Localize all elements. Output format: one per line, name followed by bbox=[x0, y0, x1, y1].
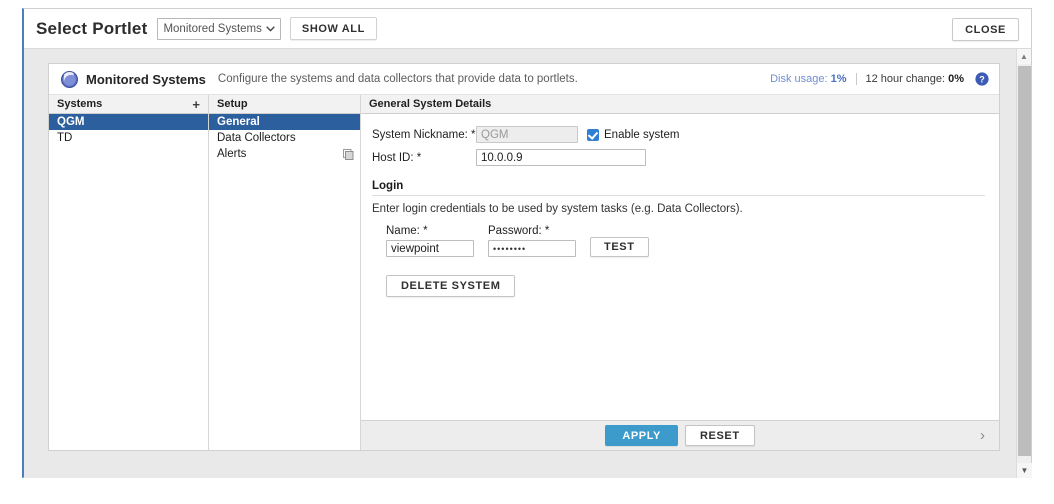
login-fields-row: Name: * viewpoint Password: * •••••••• T… bbox=[372, 225, 985, 257]
portlet-select-value: Monitored Systems bbox=[163, 22, 262, 35]
action-footer: APPLY RESET › bbox=[361, 420, 999, 450]
copy-icon[interactable] bbox=[343, 148, 354, 160]
close-button[interactable]: CLOSE bbox=[952, 18, 1019, 41]
setup-item-label: General bbox=[217, 116, 260, 128]
setup-list: General Data Collectors Alerts bbox=[209, 114, 360, 450]
name-value: viewpoint bbox=[391, 242, 439, 255]
list-item[interactable]: QGM bbox=[49, 114, 208, 130]
portlet-description: Configure the systems and data collector… bbox=[217, 73, 578, 85]
host-row: Host ID: * 10.0.0.9 bbox=[372, 149, 985, 166]
test-button[interactable]: TEST bbox=[590, 237, 649, 257]
setup-item-label: Data Collectors bbox=[217, 132, 296, 144]
name-field-group: Name: * viewpoint bbox=[386, 225, 474, 257]
screenshot-root: Select Portlet Monitored Systems SHOW AL… bbox=[0, 0, 1054, 504]
password-field-group: Password: * •••••••• bbox=[488, 225, 576, 257]
reset-button[interactable]: RESET bbox=[684, 425, 755, 446]
system-label: QGM bbox=[57, 116, 85, 128]
name-label: Name: * bbox=[386, 225, 428, 237]
password-label: Password: * bbox=[488, 225, 550, 237]
portlet-select-dropdown[interactable]: Monitored Systems bbox=[157, 17, 281, 40]
scrollbar-thumb[interactable] bbox=[1018, 66, 1031, 456]
host-id-value: 10.0.0.9 bbox=[481, 151, 523, 164]
setup-item-label: Alerts bbox=[217, 148, 247, 160]
systems-header-label: Systems bbox=[57, 98, 103, 110]
portlet-window: Select Portlet Monitored Systems SHOW AL… bbox=[22, 8, 1032, 478]
system-nickname-value: QGM bbox=[481, 128, 509, 141]
vertical-scrollbar[interactable]: ▲ ▼ bbox=[1016, 49, 1032, 478]
list-item[interactable]: Data Collectors bbox=[209, 130, 360, 146]
systems-panel-header: Systems + bbox=[49, 95, 208, 114]
enable-system-label: Enable system bbox=[604, 128, 680, 141]
scroll-down-arrow-icon[interactable]: ▼ bbox=[1017, 463, 1032, 478]
enable-system-checkbox[interactable]: Enable system bbox=[587, 128, 680, 141]
scroll-up-arrow-icon[interactable]: ▲ bbox=[1017, 49, 1031, 64]
portlet-columns: Systems + QGM TD Setup General Data Coll… bbox=[49, 95, 999, 450]
svg-text:?: ? bbox=[979, 74, 985, 84]
name-input[interactable]: viewpoint bbox=[386, 240, 474, 257]
footer-buttons: APPLY RESET bbox=[361, 425, 999, 446]
details-body: System Nickname: * QGM Enable system Hos… bbox=[361, 114, 999, 420]
chevron-down-icon bbox=[266, 24, 275, 34]
monitored-systems-portlet: Monitored Systems Configure the systems … bbox=[48, 63, 1000, 451]
globe-icon bbox=[61, 68, 78, 88]
list-item[interactable]: Alerts bbox=[209, 146, 360, 162]
list-item[interactable]: TD bbox=[49, 130, 208, 146]
portlet-header-stats: Disk usage: 1% 12 hour change: 0% ? bbox=[770, 72, 989, 86]
nickname-label: System Nickname: * bbox=[372, 128, 476, 141]
setup-panel-header: Setup bbox=[209, 95, 360, 114]
page-title: Select Portlet bbox=[36, 18, 148, 38]
help-icon[interactable]: ? bbox=[975, 72, 989, 86]
show-all-button[interactable]: SHOW ALL bbox=[289, 17, 377, 40]
disk-usage-value: 1% bbox=[830, 73, 847, 85]
portlet-header: Monitored Systems Configure the systems … bbox=[49, 64, 999, 95]
login-section-title: Login bbox=[372, 180, 404, 192]
hour-change-stat: 12 hour change: 0% bbox=[866, 73, 964, 85]
login-description: Enter login credentials to be used by sy… bbox=[372, 203, 743, 215]
next-chevron-icon[interactable]: › bbox=[980, 428, 985, 443]
window-body: Monitored Systems Configure the systems … bbox=[24, 49, 1031, 478]
details-header: General System Details bbox=[361, 95, 999, 114]
disk-usage-stat: Disk usage: 1% bbox=[770, 73, 846, 85]
checkbox-checked-icon bbox=[587, 128, 599, 141]
top-bar: Select Portlet Monitored Systems SHOW AL… bbox=[24, 9, 1031, 49]
portlet-name: Monitored Systems bbox=[86, 71, 206, 87]
password-value: •••••••• bbox=[493, 243, 527, 254]
disk-usage-label: Disk usage: bbox=[770, 73, 828, 85]
delete-system-button[interactable]: DELETE SYSTEM bbox=[386, 275, 516, 297]
nickname-row: System Nickname: * QGM Enable system bbox=[372, 126, 985, 143]
stat-divider bbox=[855, 73, 857, 85]
host-id-input[interactable]: 10.0.0.9 bbox=[476, 149, 646, 166]
setup-header-label: Setup bbox=[217, 98, 248, 110]
list-item[interactable]: General bbox=[209, 114, 360, 130]
setup-panel: Setup General Data Collectors Alerts bbox=[209, 95, 361, 450]
add-system-button[interactable]: + bbox=[190, 98, 202, 111]
systems-panel: Systems + QGM TD bbox=[49, 95, 209, 450]
system-nickname-input[interactable]: QGM bbox=[476, 126, 578, 143]
system-label: TD bbox=[57, 132, 73, 144]
host-id-label: Host ID: * bbox=[372, 151, 422, 164]
hour-change-label: 12 hour change: bbox=[865, 73, 946, 85]
login-divider bbox=[372, 195, 985, 196]
hour-change-value: 0% bbox=[948, 73, 964, 85]
systems-list: QGM TD bbox=[49, 114, 208, 450]
general-details-panel: General System Details System Nickname: … bbox=[361, 95, 999, 450]
password-input[interactable]: •••••••• bbox=[488, 240, 576, 257]
apply-button[interactable]: APPLY bbox=[605, 425, 678, 446]
